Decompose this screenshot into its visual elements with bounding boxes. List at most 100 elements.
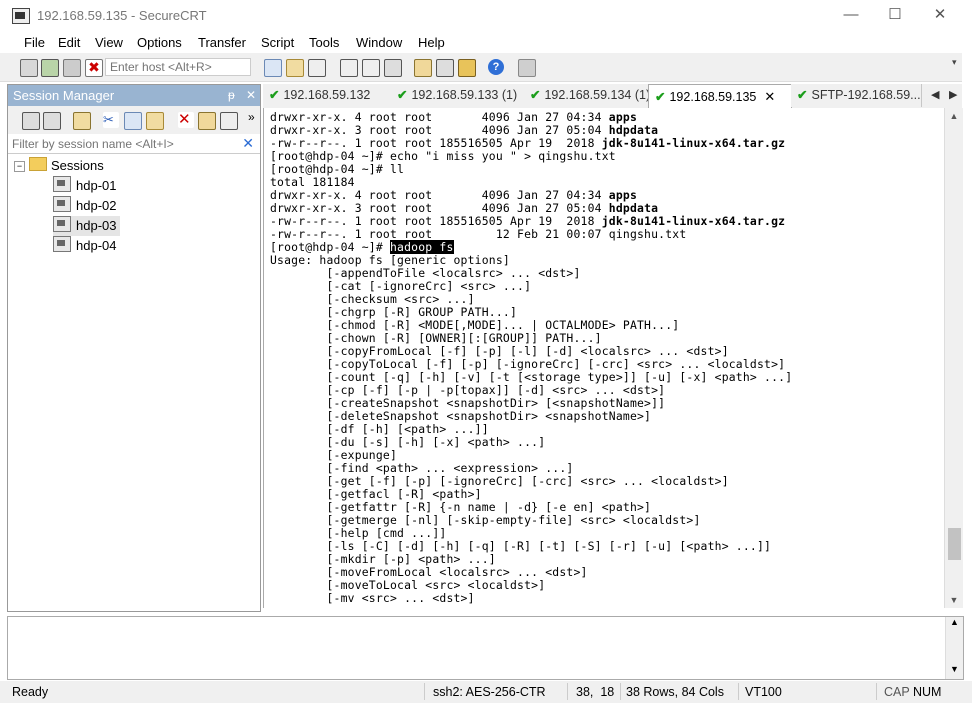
- session-options-icon[interactable]: [414, 59, 432, 77]
- global-options-icon[interactable]: [436, 59, 454, 77]
- print-selection-icon[interactable]: [362, 59, 380, 77]
- print-icon[interactable]: [384, 59, 402, 77]
- sftp-icon[interactable]: [518, 59, 536, 77]
- title-bar: 192.168.59.135 - SecureCRT — ☐ ✕: [0, 0, 972, 31]
- keymap-icon[interactable]: [458, 59, 476, 77]
- menu-edit[interactable]: Edit: [58, 35, 80, 50]
- directory-name: hdpdata: [608, 123, 659, 137]
- menu-window[interactable]: Window: [356, 35, 402, 50]
- main-toolbar: ✖ ? ▾: [0, 53, 962, 82]
- session-filter-input[interactable]: [10, 135, 239, 153]
- tab-192-168-59-135[interactable]: ✔ 192.168.59.135 ✕: [648, 84, 792, 110]
- menu-help[interactable]: Help: [418, 35, 445, 50]
- session-item-hdp-01[interactable]: hdp-01: [53, 176, 116, 196]
- scroll-up-icon[interactable]: ▲: [945, 108, 963, 124]
- tab-close-icon[interactable]: ✕: [764, 89, 775, 104]
- terminal-view[interactable]: drwxr-xr-x. 4 root root 4096 Jan 27 04:3…: [263, 108, 948, 608]
- status-divider: [620, 683, 621, 700]
- status-caps-lock: CAP: [884, 685, 910, 699]
- menu-view[interactable]: View: [95, 35, 123, 50]
- minimize-button[interactable]: —: [841, 6, 861, 24]
- quick-connect-icon[interactable]: [41, 59, 59, 77]
- menu-tools[interactable]: Tools: [309, 35, 339, 50]
- session-item-hdp-02[interactable]: hdp-02: [53, 196, 116, 216]
- session-icon: [53, 216, 71, 232]
- session-icon: [53, 176, 71, 192]
- tab-192-168-59-134[interactable]: ✔ 192.168.59.134 (1): [524, 84, 649, 107]
- status-emulation: VT100: [745, 685, 782, 699]
- new-session-icon[interactable]: [73, 112, 91, 130]
- command-window[interactable]: ▲ ▼: [7, 616, 964, 680]
- copy-icon[interactable]: [264, 59, 282, 77]
- tab-192-168-59-133[interactable]: ✔ 192.168.59.133 (1): [391, 84, 525, 107]
- directory-name: apps: [608, 188, 638, 202]
- status-cursor-position: 38, 18: [576, 685, 615, 699]
- maximize-button[interactable]: ☐: [885, 6, 905, 24]
- connect-tab-icon[interactable]: [43, 112, 61, 130]
- session-manager-header: Session Manager ᵽ ✕: [8, 85, 260, 106]
- connect-session-icon[interactable]: [22, 112, 40, 130]
- copy-session-icon[interactable]: [124, 112, 142, 130]
- tab-label: SFTP-192.168.59...: [811, 88, 921, 102]
- reconnect-icon[interactable]: [63, 59, 81, 77]
- session-item-hdp-04[interactable]: hdp-04: [53, 236, 116, 256]
- menu-options[interactable]: Options: [137, 35, 182, 50]
- tab-label: 192.168.59.132: [283, 88, 371, 102]
- disconnect-icon[interactable]: ✖: [85, 59, 103, 77]
- connected-check-icon: ✔: [397, 88, 408, 102]
- terminal-line: [-mv <src> ... <dst>]: [270, 591, 475, 605]
- tab-sftp[interactable]: ✔ SFTP-192.168.59...: [791, 84, 922, 107]
- status-ready: Ready: [12, 685, 49, 699]
- status-divider: [567, 683, 568, 700]
- tree-root-sessions[interactable]: − Sessions: [14, 156, 104, 176]
- session-manager-panel: Session Manager ᵽ ✕ ✂ ✕ » ✕ − Sessions hd…: [7, 84, 261, 612]
- directory-name: apps: [608, 110, 638, 124]
- status-divider: [738, 683, 739, 700]
- cut-icon[interactable]: ✂: [103, 112, 119, 128]
- scroll-down-icon[interactable]: ▼: [945, 592, 963, 608]
- session-item-hdp-03[interactable]: hdp-03: [53, 216, 121, 236]
- pin-icon[interactable]: ᵽ: [228, 88, 235, 102]
- tab-scroll-left-icon[interactable]: ◀: [931, 88, 939, 101]
- paste-session-icon[interactable]: [146, 112, 164, 130]
- delete-icon[interactable]: ✕: [178, 112, 194, 128]
- session-filter: ✕: [8, 134, 260, 154]
- connected-check-icon: ✔: [797, 88, 808, 102]
- collapse-icon[interactable]: −: [14, 161, 25, 172]
- folder-icon: [29, 157, 47, 171]
- tab-192-168-59-132[interactable]: ✔ 192.168.59.132: [263, 84, 392, 107]
- menu-script[interactable]: Script: [261, 35, 294, 50]
- find-session-icon[interactable]: [220, 112, 238, 130]
- session-toolbar-overflow-icon[interactable]: »: [248, 110, 255, 124]
- clear-filter-icon[interactable]: ✕: [242, 135, 254, 152]
- scroll-up-icon[interactable]: ▲: [946, 617, 963, 627]
- menu-transfer[interactable]: Transfer: [198, 35, 246, 50]
- close-button[interactable]: ✕: [930, 6, 950, 24]
- directory-name: hdpdata: [608, 201, 659, 215]
- session-manager-toolbar: ✂ ✕ »: [8, 106, 260, 134]
- paste-icon[interactable]: [286, 59, 304, 77]
- session-manager-close-icon[interactable]: ✕: [246, 88, 256, 102]
- menu-bar: File Edit View Options Transfer Script T…: [0, 31, 972, 53]
- session-label: hdp-03: [76, 218, 117, 233]
- connected-check-icon: ✔: [655, 90, 666, 104]
- session-icon: [53, 236, 71, 252]
- terminal-scrollbar[interactable]: ▲ ▼: [944, 108, 963, 608]
- toolbar-overflow-icon[interactable]: ▾: [952, 57, 957, 68]
- tab-scroll-right-icon[interactable]: ▶: [949, 88, 957, 101]
- help-icon[interactable]: ?: [488, 59, 504, 75]
- command-window-scrollbar[interactable]: ▲ ▼: [945, 617, 963, 679]
- print-screen-icon[interactable]: [340, 59, 358, 77]
- tab-label: 192.168.59.133 (1): [411, 88, 518, 102]
- scroll-thumb[interactable]: [948, 528, 961, 560]
- properties-icon[interactable]: [198, 112, 216, 130]
- terminal-output: drwxr-xr-x. 4 root root 4096 Jan 27 04:3…: [270, 111, 792, 605]
- scroll-down-icon[interactable]: ▼: [946, 664, 963, 674]
- connect-icon[interactable]: [20, 59, 38, 77]
- tab-label: 192.168.59.135: [669, 90, 757, 104]
- menu-file[interactable]: File: [24, 35, 45, 50]
- enter-host-input[interactable]: [105, 58, 251, 76]
- tab-label: 192.168.59.134 (1): [544, 88, 649, 102]
- session-label: hdp-01: [76, 178, 117, 193]
- find-icon[interactable]: [308, 59, 326, 77]
